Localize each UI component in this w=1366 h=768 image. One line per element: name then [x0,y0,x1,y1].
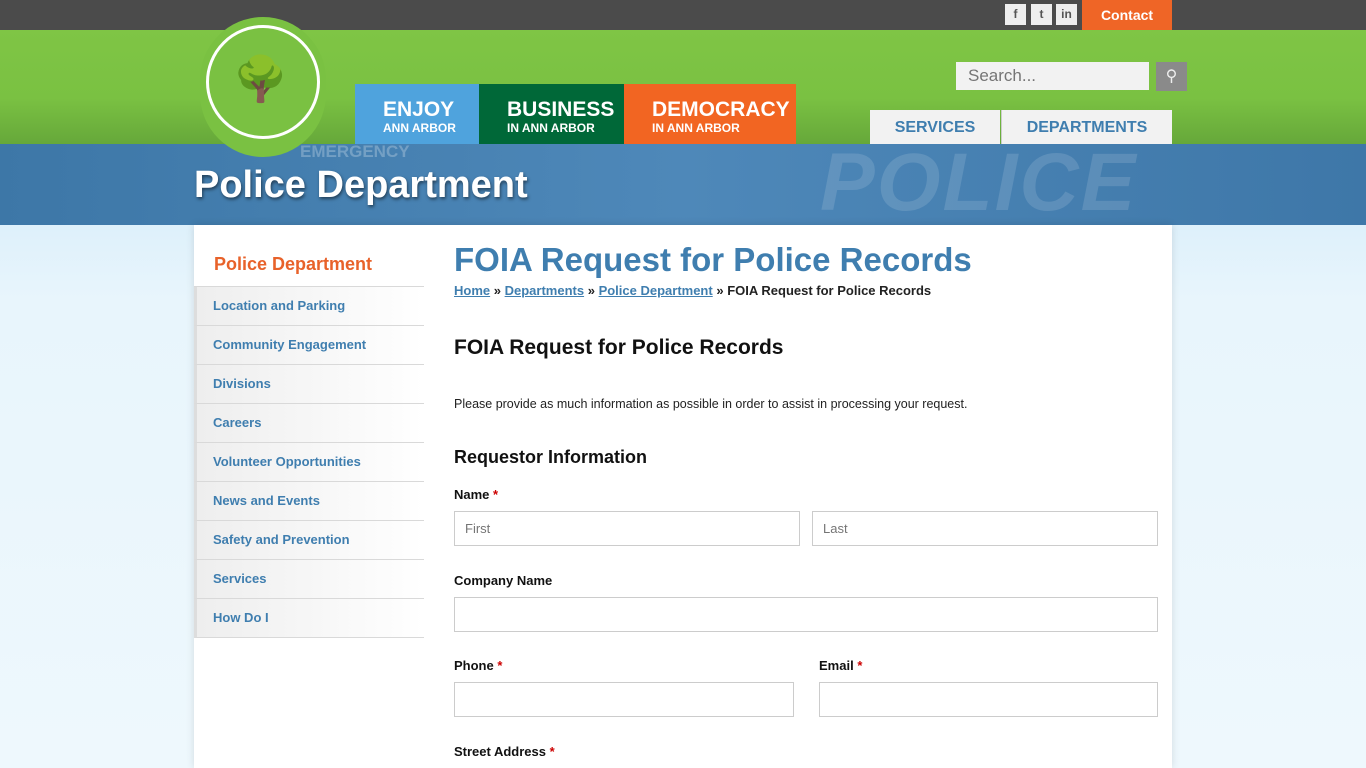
nav-democracy-sub: IN ANN ARBOR [652,121,740,135]
required-mark: * [549,744,555,759]
sidebar-nav: Location and Parking Community Engagemen… [194,286,424,638]
breadcrumb-sep: » [716,283,724,298]
nav-democracy[interactable]: DEMOCRACY IN ANN ARBOR [624,84,796,144]
breadcrumb-sep: » [493,283,501,298]
linkedin-icon[interactable]: in [1056,4,1077,25]
name-label-text: Name [454,487,490,502]
twitter-icon[interactable]: t [1031,4,1052,25]
sidebar-title[interactable]: Police Department [214,254,372,275]
phone-label-text: Phone [454,658,494,673]
sidebar-item-volunteer[interactable]: Volunteer Opportunities [194,443,424,482]
nav-enjoy[interactable]: ENJOY ANN ARBOR [355,84,479,144]
form-title: FOIA Request for Police Records [454,336,784,359]
nav-democracy-label: DEMOCRACY [652,98,790,121]
nav-enjoy-sub: ANN ARBOR [383,121,456,135]
company-input[interactable] [454,597,1158,632]
search-input[interactable] [956,62,1149,90]
page-title: FOIA Request for Police Records [454,241,972,278]
required-mark: * [493,487,499,502]
breadcrumb-departments[interactable]: Departments [505,283,584,298]
breadcrumb: Home » Departments » Police Department »… [454,283,931,298]
services-tab[interactable]: SERVICES [870,110,1000,144]
search-button[interactable]: ⚲ [1156,62,1187,91]
nav-business-sub: IN ANN ARBOR [507,121,595,135]
name-label: Name * [454,487,498,502]
breadcrumb-home[interactable]: Home [454,283,490,298]
breadcrumb-sep: » [587,283,595,298]
banner-title: Police Department [194,164,528,206]
phone-label: Phone * [454,658,502,673]
sidebar-item-services[interactable]: Services [194,560,424,599]
sidebar-item-news[interactable]: News and Events [194,482,424,521]
first-name-input[interactable] [454,511,800,546]
banner-bg-word: POLICE [820,144,1138,225]
street-label: Street Address * [454,744,555,759]
email-label: Email * [819,658,862,673]
city-seal-logo[interactable]: 🌳 [200,17,326,157]
phone-input[interactable] [454,682,794,717]
sidebar-item-how-do-i[interactable]: How Do I [194,599,424,638]
tree-icon: 🌳 [233,55,288,104]
form-intro: Please provide as much information as po… [454,397,968,411]
contact-button[interactable]: Contact [1082,0,1172,30]
sidebar-item-divisions[interactable]: Divisions [194,365,424,404]
banner-bg-word2: EMERGENCY [300,144,410,161]
required-mark: * [497,658,503,673]
email-input[interactable] [819,682,1158,717]
nav-business-label: BUSINESS [507,98,615,121]
breadcrumb-current: FOIA Request for Police Records [727,283,932,298]
facebook-icon[interactable]: f [1005,4,1026,25]
nav-business[interactable]: BUSINESS IN ANN ARBOR [479,84,624,144]
sidebar-item-location[interactable]: Location and Parking [194,287,424,326]
required-mark: * [857,658,863,673]
page-banner: POLICE EMERGENCY Police Department [0,144,1366,225]
breadcrumb-police[interactable]: Police Department [599,283,713,298]
departments-tab[interactable]: DEPARTMENTS [1001,110,1172,144]
email-label-text: Email [819,658,854,673]
section-heading: Requestor Information [454,447,648,467]
sidebar-item-careers[interactable]: Careers [194,404,424,443]
sidebar-item-community[interactable]: Community Engagement [194,326,424,365]
sidebar-item-safety[interactable]: Safety and Prevention [194,521,424,560]
nav-enjoy-label: ENJOY [383,98,455,121]
company-label: Company Name [454,573,553,588]
street-label-text: Street Address [454,744,546,759]
last-name-input[interactable] [812,511,1158,546]
search-icon: ⚲ [1165,68,1178,85]
